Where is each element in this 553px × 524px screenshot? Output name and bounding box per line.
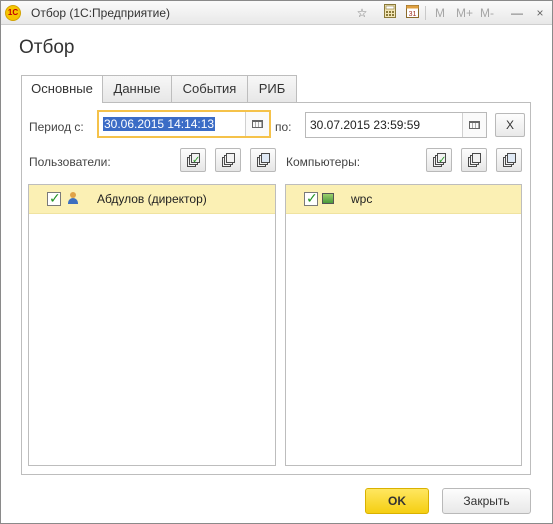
- user-name: Абдулов (директор): [97, 192, 207, 206]
- toolbar-separator: [425, 6, 426, 20]
- period-to-calendar-button[interactable]: [462, 113, 486, 137]
- check-all-icon: ✓: [433, 153, 447, 167]
- clear-period-button[interactable]: X: [495, 113, 525, 137]
- dialog-window: 1С Отбор (1С:Предприятие) ☆ 31 M M+ M- —…: [0, 0, 553, 524]
- memory-button-m[interactable]: M: [435, 6, 445, 20]
- close-icon[interactable]: ×: [531, 4, 549, 22]
- app-logo-icon: 1С: [5, 5, 21, 21]
- tab-data[interactable]: Данные: [102, 75, 172, 102]
- tab-panel-main: Период с: 30.06.2015 14:14:13 по: 30.07.…: [21, 102, 531, 475]
- period-from-field[interactable]: 30.06.2015 14:14:13: [97, 110, 271, 138]
- check-all-icon: ✓: [187, 153, 201, 167]
- uncheck-all-icon: [222, 153, 236, 167]
- computers-label: Компьютеры:: [286, 155, 361, 169]
- computer-icon: [322, 193, 334, 204]
- select-list-icon: [257, 153, 271, 167]
- list-item[interactable]: ✓ wpc: [286, 185, 521, 214]
- close-button[interactable]: Закрыть: [442, 488, 531, 514]
- computer-name: wpc: [351, 192, 373, 206]
- window-title: Отбор (1С:Предприятие): [31, 6, 171, 20]
- minimize-icon[interactable]: —: [508, 4, 526, 22]
- computers-select-button[interactable]: [496, 148, 522, 172]
- title-bar[interactable]: 1С Отбор (1С:Предприятие) ☆ 31 M M+ M- —…: [1, 1, 552, 25]
- user-icon: [67, 192, 79, 206]
- select-list-icon: [503, 153, 517, 167]
- form-title: Отбор: [19, 37, 75, 58]
- users-check-all-button[interactable]: ✓: [180, 148, 206, 172]
- calendar-icon[interactable]: 31: [403, 4, 421, 22]
- period-to-label: по:: [275, 120, 292, 134]
- svg-text:31: 31: [408, 11, 416, 18]
- tab-rib[interactable]: РИБ: [247, 75, 297, 102]
- tab-main[interactable]: Основные: [21, 75, 103, 103]
- period-to-field[interactable]: 30.07.2015 23:59:59: [305, 112, 487, 138]
- period-from-value: 30.06.2015 14:14:13: [103, 117, 216, 131]
- list-item[interactable]: ✓ Абдулов (директор): [29, 185, 275, 214]
- checkmark-icon: ✓: [306, 190, 318, 206]
- user-checkbox[interactable]: ✓: [47, 190, 61, 206]
- calendar-icon: [469, 121, 480, 129]
- calculator-icon[interactable]: [381, 4, 399, 22]
- computers-uncheck-all-button[interactable]: [461, 148, 487, 172]
- computers-list[interactable]: ✓ wpc: [285, 184, 522, 466]
- users-list[interactable]: ✓ Абдулов (директор): [28, 184, 276, 466]
- memory-button-m-minus[interactable]: M-: [480, 6, 494, 20]
- period-from-label: Период с:: [29, 120, 84, 134]
- calendar-icon: [252, 120, 263, 128]
- period-from-calendar-button[interactable]: [245, 112, 269, 136]
- period-to-value: 30.07.2015 23:59:59: [310, 118, 421, 132]
- star-icon[interactable]: ☆: [353, 4, 371, 22]
- users-label: Пользователи:: [29, 155, 111, 169]
- uncheck-all-icon: [468, 153, 482, 167]
- checkmark-icon: ✓: [49, 190, 61, 206]
- memory-button-m-plus[interactable]: M+: [456, 6, 473, 20]
- tab-events[interactable]: События: [171, 75, 248, 102]
- users-uncheck-all-button[interactable]: [215, 148, 241, 172]
- computers-check-all-button[interactable]: ✓: [426, 148, 452, 172]
- ok-button[interactable]: OK: [365, 488, 429, 514]
- computer-checkbox[interactable]: ✓: [304, 190, 318, 206]
- users-select-button[interactable]: [250, 148, 276, 172]
